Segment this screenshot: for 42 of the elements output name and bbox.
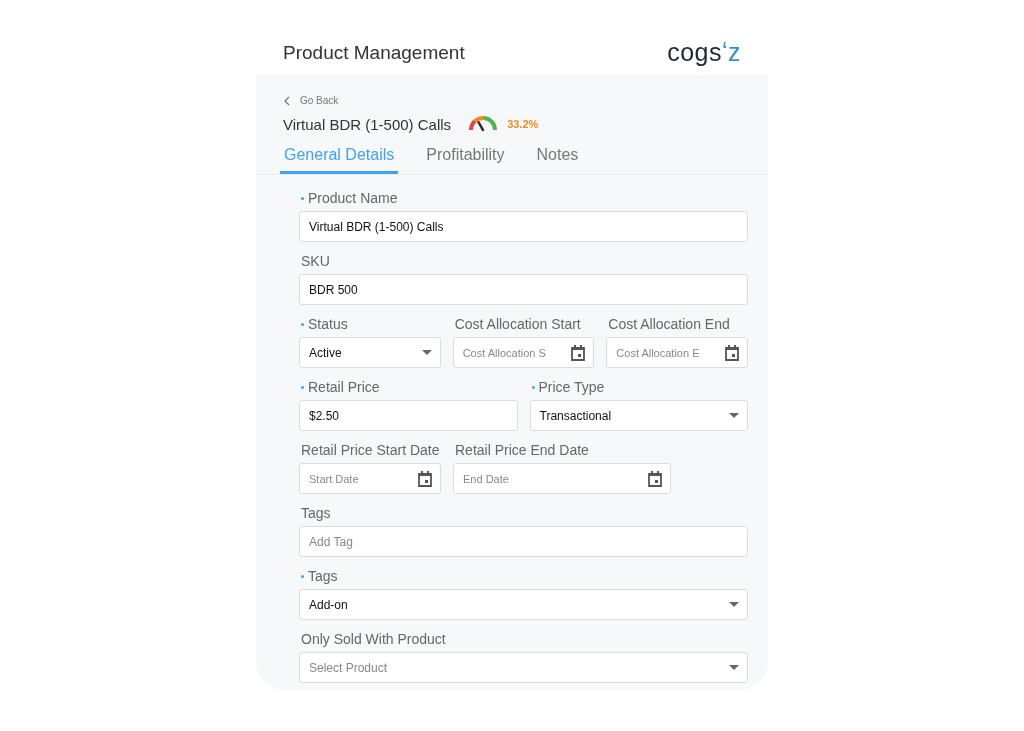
tab[interactable]: General Details	[280, 140, 399, 174]
field-label: Cost Allocation End	[608, 316, 730, 332]
field-label: Price Type	[538, 379, 605, 395]
calendar-icon	[571, 344, 586, 361]
go-back-link[interactable]: Go Back	[300, 95, 339, 106]
input-field[interactable]: $2.50	[299, 400, 518, 431]
dropdown[interactable]: Transactional	[529, 400, 748, 431]
field-label: SKU	[301, 253, 330, 269]
field-label: Product Name	[308, 190, 398, 206]
field-label: Status	[308, 316, 348, 332]
input-field[interactable]: Add Tag	[299, 526, 748, 557]
caret-icon	[729, 413, 739, 418]
date-field[interactable]: Cost Allocation S	[452, 337, 595, 368]
tab[interactable]: Notes	[532, 140, 583, 174]
caret-icon	[729, 665, 739, 670]
caret-icon	[421, 350, 432, 355]
field-label: Retail Price	[308, 379, 380, 395]
caret-icon	[729, 602, 739, 607]
field-label: Tags	[301, 505, 331, 521]
date-field[interactable]: Start Date	[299, 463, 441, 494]
back-icon[interactable]	[283, 95, 290, 106]
dropdown[interactable]: Select Product	[299, 652, 748, 683]
date-field[interactable]: End Date	[453, 463, 671, 494]
input-field[interactable]: BDR 500	[299, 274, 748, 305]
dropdown[interactable]: Add-on	[299, 589, 748, 620]
field-label: Tags	[308, 568, 338, 584]
gauge-icon	[467, 114, 500, 134]
tab[interactable]: Profitability	[422, 140, 509, 174]
date-field[interactable]: Cost Allocation E	[606, 337, 748, 368]
field-label: Only Sold With Product	[301, 631, 446, 647]
product-title: Virtual BDR (1-500) Calls	[283, 115, 452, 133]
page-title: Product Management	[283, 41, 465, 64]
margin-percent: 33.2%	[507, 118, 539, 130]
input-field[interactable]: Virtual BDR (1-500) Calls	[299, 211, 748, 242]
field-label: Cost Allocation Start	[454, 316, 581, 332]
calendar-icon	[648, 470, 662, 487]
field-label: Retail Price Start Date	[301, 442, 440, 458]
calendar-icon	[725, 344, 739, 361]
dropdown[interactable]: Active	[299, 337, 441, 368]
logo: cogsʻz	[667, 38, 741, 67]
field-label: Retail Price End Date	[455, 442, 589, 458]
calendar-icon	[418, 470, 432, 487]
